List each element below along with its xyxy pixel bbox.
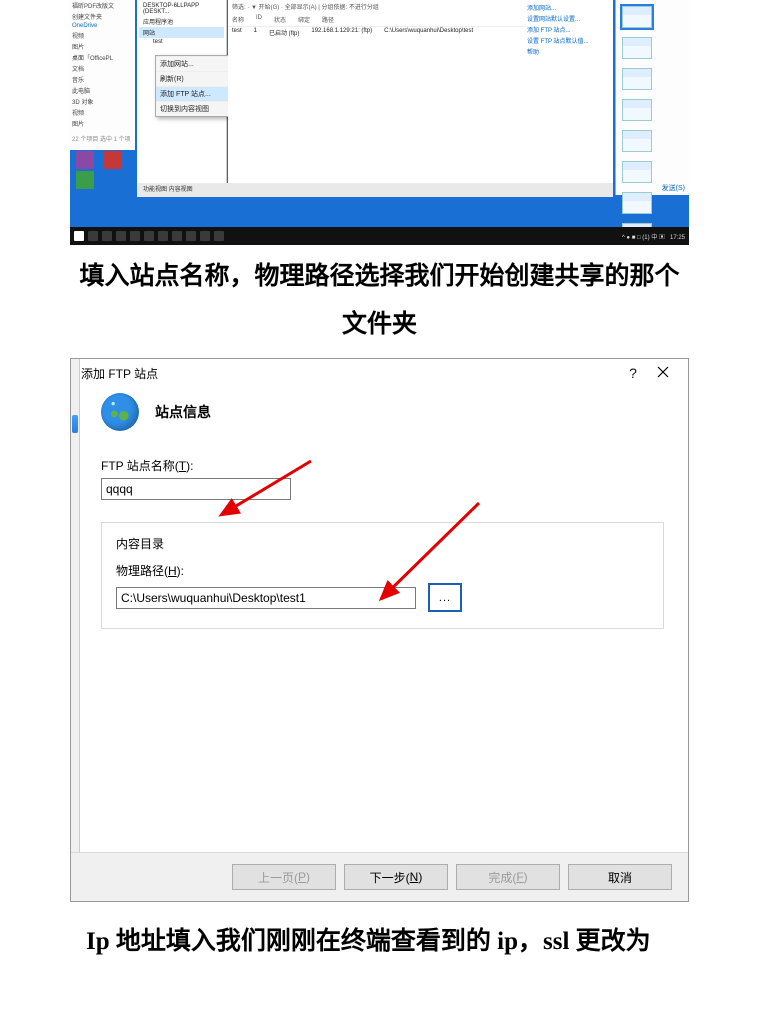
dialog-hero: 站点信息	[101, 393, 664, 431]
prev-button[interactable]: 上一页(P)	[232, 864, 336, 890]
left-bleed	[71, 359, 80, 901]
content-directory-group: 内容目录 物理路径(H): ...	[101, 522, 664, 629]
taskbar-app-3[interactable]	[144, 231, 154, 241]
col-status: 状态	[274, 15, 286, 24]
panel-item: 视频	[70, 30, 135, 41]
desktop-icons	[72, 150, 132, 220]
taskbar-app-8[interactable]	[214, 231, 224, 241]
taskbar-app-1[interactable]	[116, 231, 126, 241]
panel-item: 3D 对象	[70, 96, 135, 107]
action-help[interactable]: 帮助	[527, 46, 611, 57]
panel-item: 视频	[70, 107, 135, 118]
tree-sites[interactable]: 网站	[139, 27, 224, 38]
help-button[interactable]: ?	[618, 365, 648, 381]
taskbar-app-2[interactable]	[130, 231, 140, 241]
next-button[interactable]: 下一步(N)	[344, 864, 448, 890]
col-id: ID	[256, 15, 262, 24]
taskbar-app-5[interactable]	[172, 231, 182, 241]
close-button[interactable]	[648, 365, 678, 381]
taskbar-app-7[interactable]	[200, 231, 210, 241]
dialog-title-bar: 添加 FTP 站点 ?	[71, 359, 688, 387]
panel-item: 此电脑	[70, 85, 135, 96]
iis-footer-tabs[interactable]: 功能视图 内容视图	[137, 183, 613, 197]
col-name: 名称	[232, 15, 244, 24]
col-binding: 绑定	[298, 15, 310, 24]
cell-status: 已启动 (ftp)	[269, 28, 299, 37]
taskbar-app-4[interactable]	[158, 231, 168, 241]
action-add-website[interactable]: 添加网站...	[527, 2, 611, 13]
thumbnail-2[interactable]	[622, 37, 652, 59]
status-bar: 22 个项目 选中 1 个项	[70, 133, 135, 144]
dialog-title: 添加 FTP 站点	[81, 365, 158, 382]
thumbnail-5[interactable]	[622, 130, 652, 152]
panel-item: 图片	[70, 41, 135, 52]
add-ftp-site-dialog: 添加 FTP 站点 ? 站点信息 FTP 站点名称(T): 内容目录	[70, 358, 689, 902]
taskbar-app-6[interactable]	[186, 231, 196, 241]
explorer-left-panel: 福昕PDF改版文 创建文件夹 OneDrive 视频 图片 桌面「OfficeP…	[70, 0, 135, 150]
content-dir-label: 内容目录	[116, 535, 649, 552]
tray-icons: ^ ● ■ □ (1) 中 ▣	[622, 235, 665, 241]
top-screenshot: 福昕PDF改版文 创建文件夹 OneDrive 视频 图片 桌面「OfficeP…	[70, 0, 689, 245]
instruction-caption-1: 填入站点名称，物理路径选择我们开始创建共享的那个文件夹	[70, 253, 689, 348]
thumbnail-3[interactable]	[622, 68, 652, 90]
start-button-icon[interactable]	[74, 231, 84, 241]
panel-item: 创建文件夹	[70, 11, 135, 22]
thumbnail-1[interactable]	[622, 6, 652, 28]
physical-path-label: 物理路径(H):	[116, 562, 649, 579]
cancel-button[interactable]: 取消	[568, 864, 672, 890]
cell-path: C:\Users\wuquanhui\Desktop\test	[384, 28, 473, 37]
dialog-button-bar: 上一页(P) 下一步(N) 完成(F) 取消	[71, 852, 688, 901]
finish-button[interactable]: 完成(F)	[456, 864, 560, 890]
action-add-ftp[interactable]: 添加 FTP 站点...	[527, 24, 611, 35]
panel-item: 图片	[70, 118, 135, 129]
panel-item: 文档	[70, 63, 135, 74]
panel-item: 福昕PDF改版文	[70, 0, 135, 11]
physical-path-input[interactable]	[116, 587, 416, 609]
desktop-icon-1[interactable]	[73, 151, 97, 169]
taskbar[interactable]: ^ ● ■ □ (1) 中 ▣ 17:25	[70, 227, 689, 245]
site-name-label: FTP 站点名称(T):	[101, 457, 664, 474]
site-name-input[interactable]	[101, 478, 291, 500]
panel-item-onedrive: OneDrive	[70, 22, 135, 30]
taskbar-search-icon[interactable]	[88, 231, 98, 241]
instruction-caption-2: Ip 地址填入我们刚刚在终端查看到的 ip，ssl 更改为	[86, 918, 689, 966]
tray-area[interactable]: ^ ● ■ □ (1) 中 ▣ 17:25	[622, 232, 685, 241]
clock-text: 17:25	[670, 235, 685, 241]
action-site-defaults[interactable]: 设置网站默认设置...	[527, 13, 611, 24]
action-ftp-defaults[interactable]: 设置 FTP 站点默认值...	[527, 35, 611, 46]
panel-item: 桌面「OfficePL	[70, 52, 135, 63]
cell-name: test	[232, 28, 242, 37]
thumbnail-7[interactable]	[622, 192, 652, 214]
dialog-heading: 站点信息	[155, 402, 211, 422]
tree-site-test[interactable]: test	[139, 38, 224, 46]
browse-button[interactable]: ...	[428, 583, 462, 612]
globe-icon	[101, 393, 139, 431]
thumbnail-6[interactable]	[622, 161, 652, 183]
cell-id: 1	[254, 28, 257, 37]
thumbnail-4[interactable]	[622, 99, 652, 121]
thumbs-send-button[interactable]: 发送(S)	[662, 183, 685, 193]
close-icon	[657, 366, 669, 378]
site-name-group: FTP 站点名称(T):	[101, 457, 664, 508]
tree-root[interactable]: DESKTOP-6LLPAPP (DESKT...	[139, 2, 224, 16]
tree-app-pools[interactable]: 应用程序池	[139, 16, 224, 27]
taskbar-taskview-icon[interactable]	[102, 231, 112, 241]
desktop-icon-2[interactable]	[100, 151, 124, 169]
panel-item: 音乐	[70, 74, 135, 85]
actions-panel: 添加网站... 设置网站默认设置... 添加 FTP 站点... 设置 FTP …	[525, 0, 613, 195]
col-path: 路径	[322, 15, 334, 24]
desktop-icon-3[interactable]	[73, 171, 97, 189]
thumbnail-sidebar	[615, 0, 689, 195]
cell-binding: 192.168.1.129:21: (ftp)	[311, 28, 372, 37]
